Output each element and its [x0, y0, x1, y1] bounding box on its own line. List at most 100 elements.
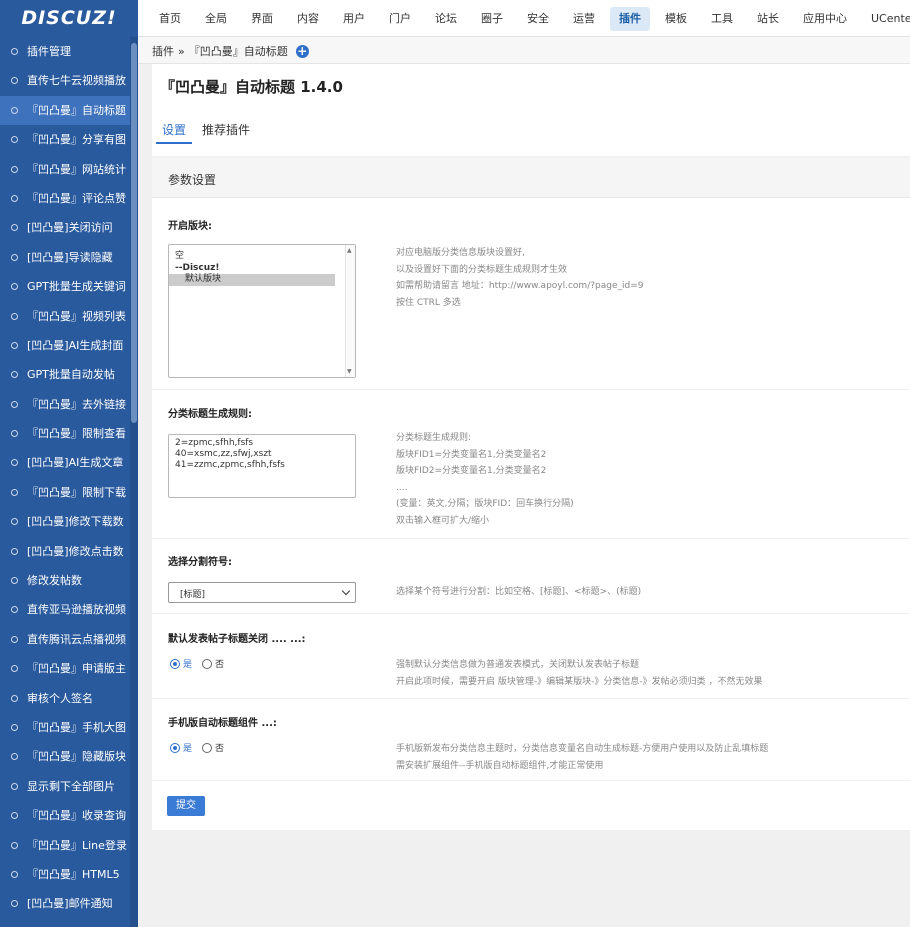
sidebar-item[interactable]: GPT批量自动发帖 [0, 360, 138, 389]
sidebar-item[interactable]: 审核个人签名 [0, 684, 138, 713]
radio-label-no[interactable]: 否 [215, 657, 224, 670]
divider [152, 389, 910, 390]
sidebar-item-label: 『凹凸曼』限制查看 [27, 427, 126, 441]
nav-item-home[interactable]: 首页 [150, 7, 190, 31]
divider [152, 538, 910, 539]
section-title: 参数设置 [168, 173, 217, 187]
radio-label-yes[interactable]: 是 [183, 741, 192, 754]
sidebar-item-label: [凹凸曼]导读隐藏 [27, 250, 113, 264]
nav-item-operations[interactable]: 运营 [564, 7, 604, 31]
forum-option-group[interactable]: --Discuz! [169, 263, 355, 275]
breadcrumb-separator: » [178, 44, 185, 58]
forum-multi-select[interactable]: 空 --Discuz! 默认版块 ▲ ▼ [168, 244, 356, 378]
sidebar-item[interactable]: 『凹凸曼』收录查询 [0, 801, 138, 830]
listbox-scrollbar[interactable]: ▲ ▼ [345, 245, 355, 377]
nav-item-global[interactable]: 全局 [196, 7, 236, 31]
separator-select-value: [标题] [180, 590, 206, 600]
default-close-no-radio[interactable] [202, 658, 213, 669]
page-title: 『凹凸曼』自动标题 1.4.0 [160, 78, 343, 96]
rule-textarea[interactable]: 2=zpmc,sfhh,fsfs 40=xsmc,zz,sfwj,xszt 41… [168, 434, 356, 498]
scroll-up-icon[interactable]: ▲ [347, 247, 352, 254]
nav-item-webmaster[interactable]: 站长 [748, 7, 788, 31]
main-area: 插件 » 『凹凸曼』自动标题 + 『凹凸曼』自动标题 1.4.0 设置 推荐插件… [138, 37, 910, 927]
bullet-icon [11, 841, 18, 849]
radio-label-no[interactable]: 否 [215, 741, 224, 754]
sidebar-item-auto-title[interactable]: 『凹凸曼』自动标题 [0, 95, 138, 126]
tabs: 设置 推荐插件 [152, 116, 256, 144]
sidebar-item[interactable]: 『凹凸曼』手机大图 [0, 713, 138, 742]
nav-item-ucenter[interactable]: UCenter [862, 7, 910, 31]
add-icon[interactable]: + [295, 44, 309, 58]
sidebar-item[interactable]: 直传七牛云视频播放 [0, 66, 138, 95]
radio-label-yes[interactable]: 是 [183, 657, 192, 670]
sidebar-item[interactable]: 『凹凸曼』去外链接 [0, 390, 138, 419]
breadcrumb-root[interactable]: 插件 [152, 43, 174, 59]
nav-item-users[interactable]: 用户 [334, 7, 374, 31]
nav-item-app-center[interactable]: 应用中心 [794, 7, 856, 31]
divider [152, 698, 910, 699]
sidebar-item[interactable]: 『凹凸曼』分享有图 [0, 125, 138, 154]
sidebar-item[interactable]: [凹凸曼]关闭访问 [0, 213, 138, 242]
sidebar-item[interactable]: 『凹凸曼』限制下载 [0, 478, 138, 507]
sidebar-item-label: 『凹凸曼』Line登录 [27, 838, 127, 852]
nav-item-portal[interactable]: 门户 [380, 7, 420, 31]
sidebar-item[interactable]: 修改发帖数 [0, 566, 138, 595]
sidebar-scroll-thumb[interactable] [131, 43, 137, 423]
tab-recommended-plugins[interactable]: 推荐插件 [196, 116, 256, 144]
breadcrumb-current: 『凹凸曼』自动标题 [188, 45, 288, 58]
sidebar-item[interactable]: 『凹凸曼』HTML5 [0, 860, 138, 889]
bullet-icon [11, 106, 18, 114]
bullet-icon [11, 518, 18, 526]
scroll-down-icon[interactable]: ▼ [347, 368, 352, 375]
nav-item-forum[interactable]: 论坛 [426, 7, 466, 31]
sidebar-item[interactable]: 『凹凸曼』网站统计 [0, 155, 138, 184]
sidebar-item[interactable]: 『凹凸曼』申请版主 [0, 654, 138, 683]
sidebar-item-label: 插件管理 [27, 45, 71, 58]
default-close-yes-radio[interactable] [170, 658, 180, 669]
sidebar-item-plugin-manage[interactable]: 插件管理 [0, 37, 138, 66]
sidebar-item[interactable]: 『凹凸曼』隐藏版块 [0, 742, 138, 771]
default-close-label: 默认发表帖子标题关闭 .... ...: [168, 634, 306, 645]
sidebar-scrollbar[interactable] [130, 37, 138, 927]
sidebar-item[interactable]: 直传腾讯云点播视频 [0, 625, 138, 654]
sidebar-item[interactable]: [凹凸曼]邮件通知 [0, 889, 138, 918]
forum-option-selected[interactable]: 默认版块 [169, 274, 335, 286]
nav-item-content[interactable]: 内容 [288, 7, 328, 31]
sidebar-item-label: 『凹凸曼』手机大图 [27, 720, 126, 734]
sidebar-item[interactable]: [凹凸曼]AI生成文章 [0, 448, 138, 477]
submit-button[interactable]: 提交 [167, 796, 205, 816]
sidebar-item[interactable]: 『凹凸曼』视频列表 [0, 302, 138, 331]
discuz-logo[interactable]: DISCUZ! [0, 0, 138, 37]
bullet-icon [11, 635, 18, 643]
header-panel: 『凹凸曼』自动标题 1.4.0 设置 推荐插件 [152, 64, 910, 156]
sidebar-item-label: 显示剩下全部图片 [27, 779, 115, 793]
bullet-icon [11, 77, 18, 85]
mobile-component-yes-radio[interactable] [170, 742, 180, 753]
separator-select[interactable]: [标题] [168, 582, 356, 603]
sidebar-item[interactable]: GPT批量生成关键词 [0, 272, 138, 301]
separator-hint: 选择某个符号进行分割：比如空格、[标题]、<标题>、(标题) [396, 587, 642, 597]
bullet-icon [11, 48, 18, 55]
nav-item-interface[interactable]: 界面 [242, 7, 282, 31]
hint-line: 双击输入框可扩大/缩小 [396, 515, 490, 526]
sidebar-item[interactable]: 显示剩下全部图片 [0, 772, 138, 801]
sidebar-item[interactable]: [凹凸曼]修改下载数 [0, 507, 138, 536]
sidebar-item[interactable]: 『凹凸曼』评论点赞 [0, 184, 138, 213]
nav-item-plugins[interactable]: 插件 [610, 6, 650, 31]
hint-line: 分类标题生成规则: [396, 433, 472, 443]
forum-option[interactable]: 空 [169, 251, 355, 263]
nav-item-tools[interactable]: 工具 [702, 7, 742, 31]
sidebar-item[interactable]: [凹凸曼]导读隐藏 [0, 243, 138, 272]
bullet-icon [11, 723, 18, 731]
nav-item-templates[interactable]: 模板 [656, 7, 696, 31]
sidebar-item[interactable]: 『凹凸曼』Line登录 [0, 831, 138, 860]
sidebar-item[interactable]: 『凹凸曼』限制查看 [0, 419, 138, 448]
bullet-icon [11, 547, 18, 555]
sidebar-item[interactable]: [凹凸曼]AI生成封面 [0, 331, 138, 360]
nav-item-security[interactable]: 安全 [518, 7, 558, 31]
sidebar-item[interactable]: 直传亚马逊播放视频 [0, 595, 138, 624]
sidebar-item[interactable]: [凹凸曼]修改点击数 [0, 537, 138, 566]
nav-item-group[interactable]: 圈子 [472, 7, 512, 31]
tab-settings[interactable]: 设置 [156, 116, 193, 144]
mobile-component-no-radio[interactable] [202, 742, 213, 753]
